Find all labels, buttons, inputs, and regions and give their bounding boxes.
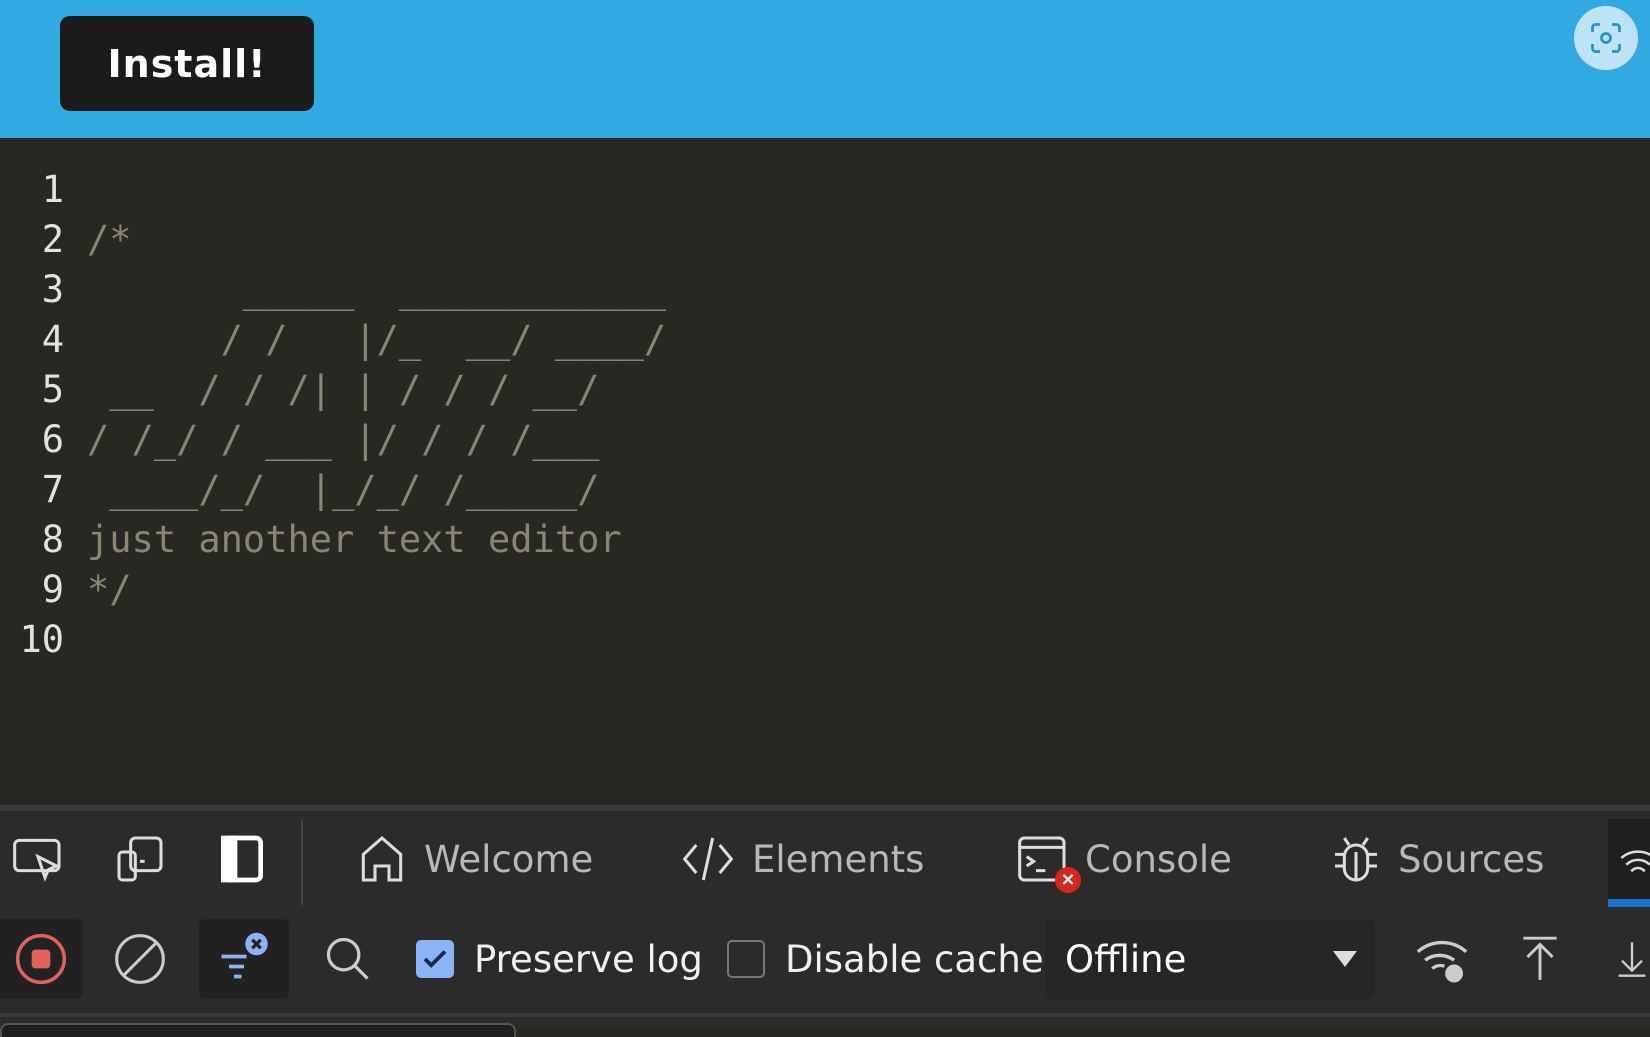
line-text: / / |/_ __/ ____/ [87,318,667,361]
bug-icon [1335,837,1377,882]
tab-sources[interactable]: Sources [1328,829,1544,889]
filter-input[interactable] [0,1023,516,1037]
inspect-element-icon[interactable] [10,831,66,887]
import-har-button[interactable] [1512,919,1568,999]
chevron-down-icon [1333,951,1357,967]
filter-bar [0,1017,1650,1037]
home-icon [361,835,403,882]
filter-icon [221,932,268,979]
line-text: __ / / /| | / / / __/ [87,368,600,411]
line-number: 1 [41,168,64,211]
search-button[interactable] [318,919,378,999]
clear-icon [115,934,165,984]
tab-elements[interactable]: Elements [678,829,924,889]
line-text: ____/_/ |_/_/ /_____/ [87,468,600,511]
install-button[interactable]: Install! [60,16,314,111]
tab-label: Elements [752,837,925,881]
throttling-value: Offline [1065,937,1187,981]
line-text: just another text editor [87,518,622,561]
screenshot-button[interactable] [1574,6,1638,70]
tab-label: Sources [1398,837,1545,881]
disable-cache-checkbox[interactable]: Disable cache [727,919,1044,999]
network-conditions-button[interactable] [1410,919,1474,999]
line-number: 8 [41,518,64,561]
app-header: Install! [0,0,1650,138]
tab-label: Console [1085,837,1232,881]
preserve-log-checkbox[interactable]: Preserve log [416,919,703,999]
line-number: 7 [41,468,64,511]
line-number: 3 [41,268,64,311]
network-toolbar: Preserve log Disable cache Offline [0,907,1650,1017]
divider [301,819,303,905]
line-text: _____ ____________ [87,268,667,311]
line-number: 10 [19,618,64,661]
export-har-button[interactable] [1612,919,1650,999]
tab-label: Welcome [424,837,594,881]
line-text: / /_/ / ___ |/ / / /___ [87,418,600,461]
disable-cache-label: Disable cache [785,937,1044,981]
filter-button[interactable] [199,919,289,999]
line-number: 6 [41,418,64,461]
line-number: 9 [41,568,64,611]
code-icon [682,837,734,881]
line-number: 2 [41,218,64,261]
code-editor[interactable]: 1 2 /* 3 _____ ____________ 4 / / |/_ __/ __… [0,138,1650,805]
checkbox-checked-icon [416,940,454,978]
search-icon [326,937,369,980]
tab-network[interactable] [1608,819,1650,907]
error-badge-icon: × [1055,867,1081,893]
checkbox-unchecked-icon [727,940,765,978]
throttling-select[interactable]: Offline [1045,919,1375,999]
clear-button[interactable] [110,919,170,999]
line-number: 4 [41,318,64,361]
record-button[interactable] [0,919,82,999]
tab-console[interactable]: × Console [1015,829,1232,893]
wifi-icon [1620,850,1650,873]
stop-recording-icon [15,933,67,985]
devtools-panel: Welcome Elements × Console Sources Prese… [0,805,1650,1037]
upload-icon [1523,936,1557,980]
preserve-log-label: Preserve log [474,937,703,981]
device-emulation-icon[interactable] [112,831,168,887]
download-icon [1618,942,1646,977]
network-settings-icon [1416,940,1468,983]
tab-welcome[interactable]: Welcome [354,829,593,889]
line-number: 5 [41,368,64,411]
dock-side-icon[interactable] [214,831,270,887]
screenshot-icon [1591,23,1621,53]
devtools-tab-bar: Welcome Elements × Console Sources [0,811,1650,907]
line-text: */ [87,568,132,611]
line-text: /* [87,218,132,261]
